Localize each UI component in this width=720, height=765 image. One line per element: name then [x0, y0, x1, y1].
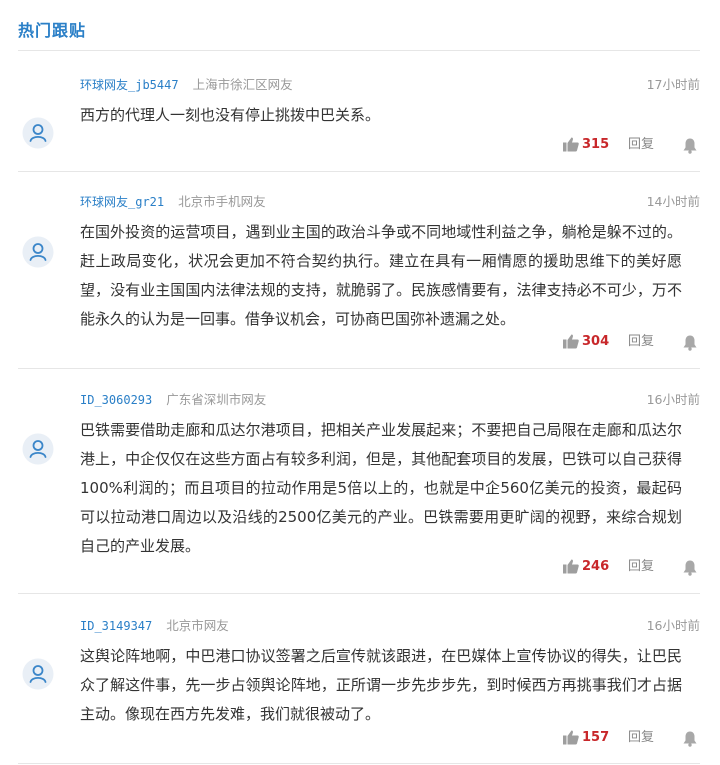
like-count: 304 — [582, 334, 610, 349]
comment-location: 上海市徐汇区网友 — [192, 77, 293, 92]
bell-icon[interactable] — [682, 730, 698, 747]
user-avatar-icon[interactable] — [22, 658, 54, 690]
comment-location: 北京市手机网友 — [178, 194, 266, 209]
bell-icon[interactable] — [682, 137, 698, 154]
comment-item: 环球网友_jb5447 上海市徐汇区网友 17小时前 西方的代理人一刻也没有停止挑… — [18, 51, 700, 172]
user-avatar-icon[interactable] — [22, 117, 54, 149]
comment-text: 这舆论阵地啊，中巴港口协议签署之后宣传就该跟进，在巴媒体上宣传协议的得失，让巴民… — [80, 647, 682, 723]
thumbs-up-icon[interactable] — [562, 332, 580, 350]
comment-text: 在国外投资的运营项目，遇到业主国的政治斗争或不同地域性利益之争，躺枪是躲不过的。… — [80, 223, 682, 328]
comment-actions: 315 回复 — [560, 135, 700, 155]
comment-time: 17小时前 — [646, 77, 700, 92]
user-avatar-icon[interactable] — [22, 433, 54, 465]
reply-button[interactable]: 回复 — [628, 728, 654, 748]
comment-time: 14小时前 — [646, 194, 700, 209]
section-title: 热门跟贴 — [18, 21, 87, 40]
reply-button[interactable]: 回复 — [628, 135, 654, 155]
user-avatar-icon[interactable] — [22, 236, 54, 268]
like-count: 315 — [582, 137, 610, 152]
comment-username[interactable]: ID_3149347 — [80, 619, 152, 633]
comment-username[interactable]: ID_3060293 — [80, 393, 152, 407]
comment-location: 北京市网友 — [166, 618, 229, 633]
like-count: 246 — [582, 559, 610, 574]
comment-actions: 304 回复 — [560, 332, 700, 352]
thumbs-up-icon[interactable] — [562, 135, 580, 153]
like-count: 157 — [582, 730, 610, 745]
comment-item: ID_3060293 广东省深圳市网友 16小时前 巴铁需要借助走廊和瓜达尔港项目… — [18, 369, 700, 594]
comment-time: 16小时前 — [646, 618, 700, 633]
comment-location: 广东省深圳市网友 — [166, 392, 267, 407]
comment-actions: 157 回复 — [560, 728, 700, 748]
thumbs-up-icon[interactable] — [562, 728, 580, 746]
bell-icon[interactable] — [682, 559, 698, 576]
comment-username[interactable]: 环球网友_jb5447 — [80, 78, 179, 92]
comment-text: 西方的代理人一刻也没有停止挑拨中巴关系。 — [80, 106, 381, 124]
comment-username[interactable]: 环球网友_gr21 — [80, 195, 164, 209]
comment-item: 环球网友_gr21 北京市手机网友 14小时前 在国外投资的运营项目，遇到业主国的… — [18, 172, 700, 369]
reply-button[interactable]: 回复 — [628, 332, 654, 352]
comment-time: 16小时前 — [646, 392, 700, 407]
bell-icon[interactable] — [682, 334, 698, 351]
comment-text: 巴铁需要借助走廊和瓜达尔港项目，把相关产业发展起来；不要把自己局限在走廊和瓜达尔… — [80, 421, 682, 555]
thumbs-up-icon[interactable] — [562, 557, 580, 575]
reply-button[interactable]: 回复 — [628, 557, 654, 577]
comment-item: ID_3149347 北京市网友 16小时前 这舆论阵地啊，中巴港口协议签署之后宣… — [18, 594, 700, 764]
comment-actions: 246 回复 — [560, 557, 700, 577]
